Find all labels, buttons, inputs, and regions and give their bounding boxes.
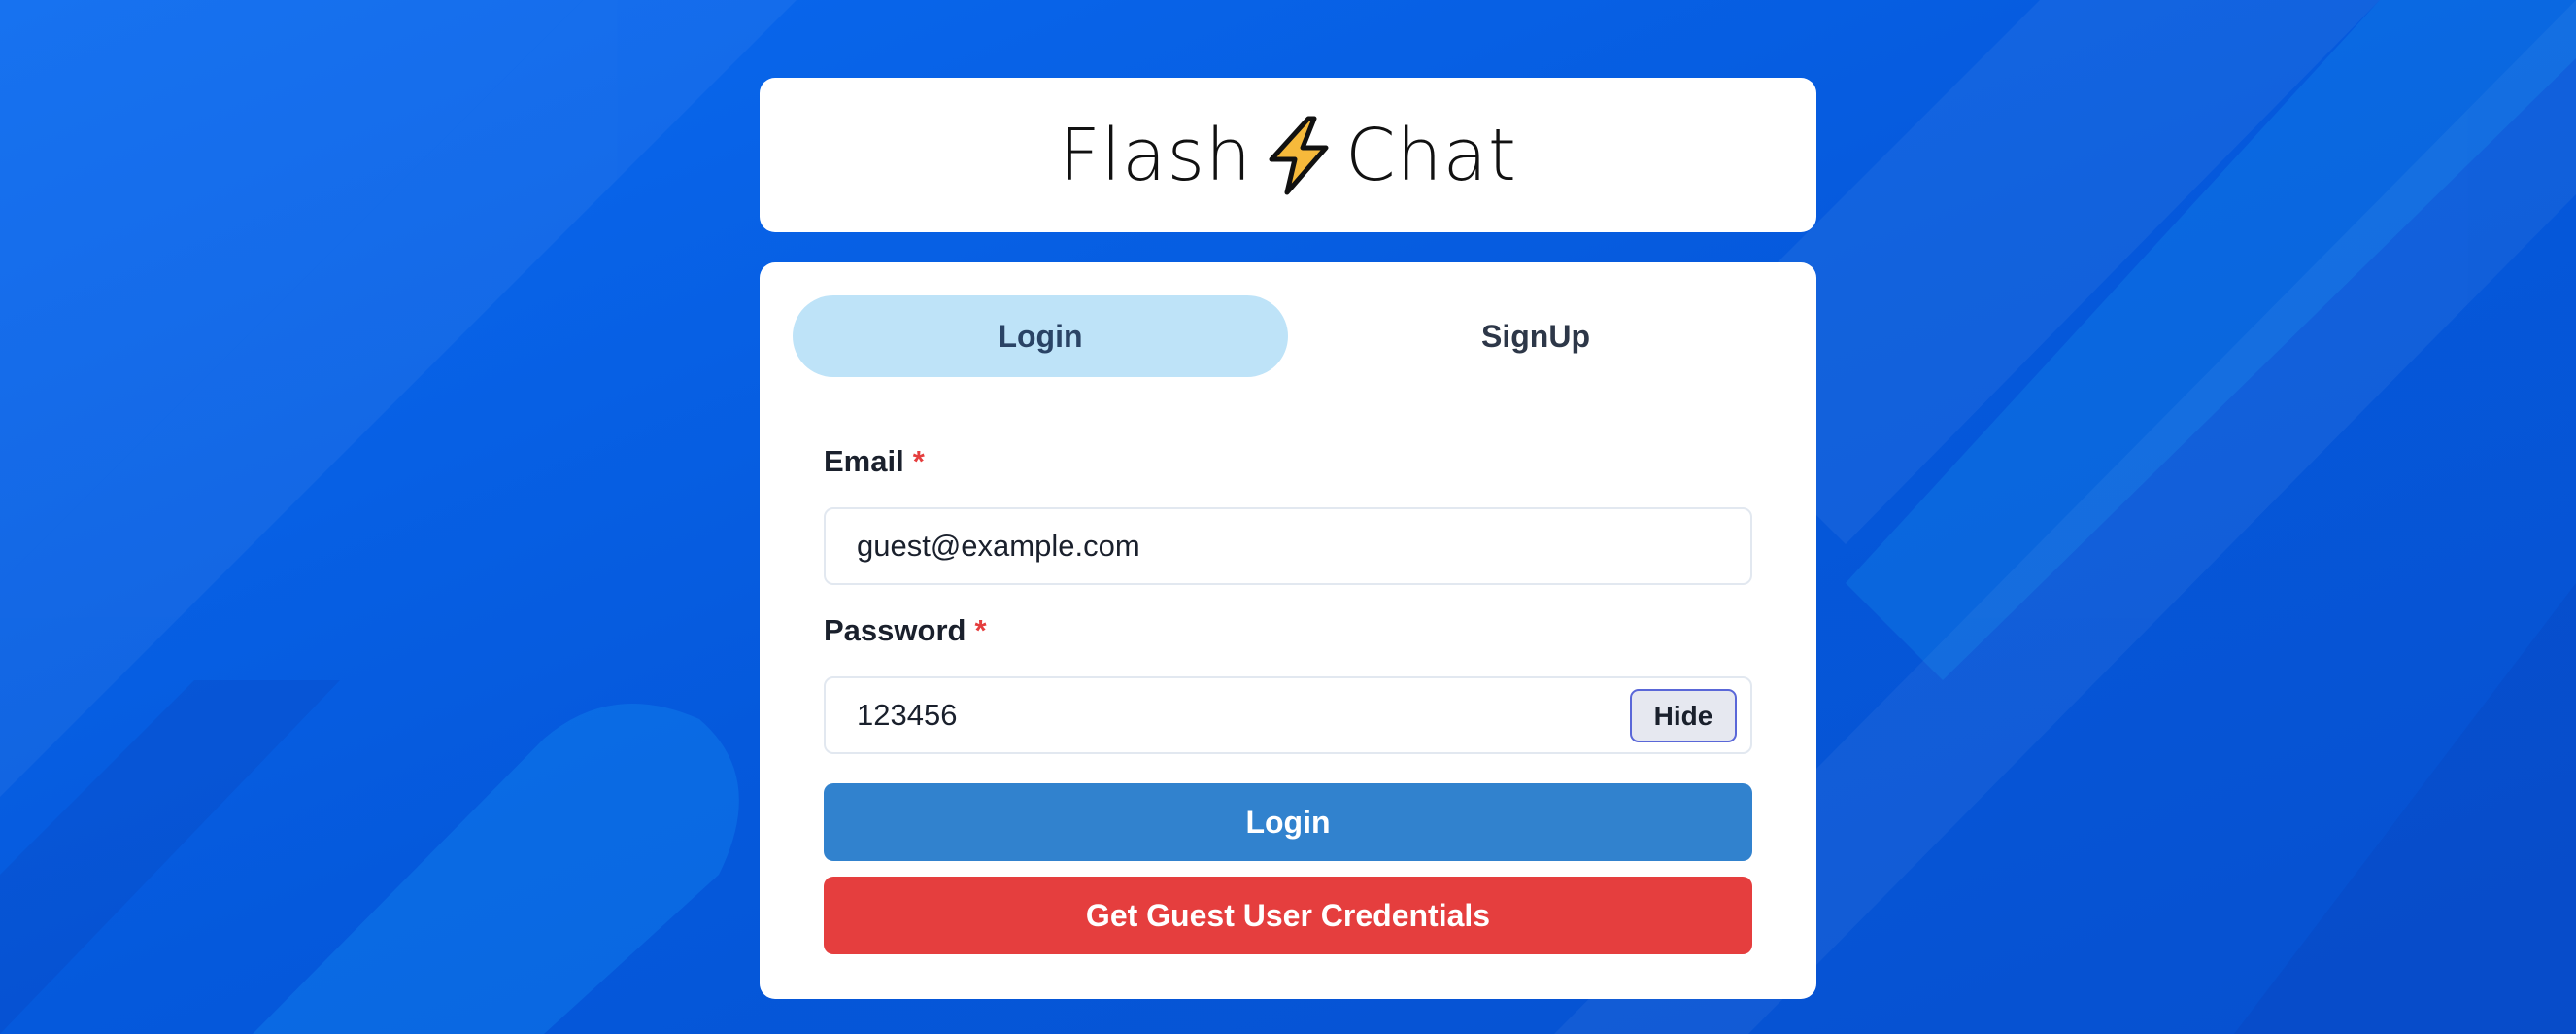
- password-label-text: Password: [824, 613, 966, 647]
- brand-header: Flash Chat: [760, 78, 1816, 232]
- brand-name-left: Flash: [1059, 113, 1252, 197]
- lightning-bolt-icon: [1258, 115, 1339, 196]
- email-field[interactable]: guest@example.com: [824, 507, 1752, 585]
- login-container: Flash Chat Login SignUp Email * guest@ex…: [760, 78, 1816, 999]
- tab-signup[interactable]: SignUp: [1288, 295, 1783, 377]
- email-label: Email *: [824, 441, 1752, 482]
- password-label: Password *: [824, 610, 1752, 651]
- auth-card: Login SignUp Email * guest@example.com P…: [760, 262, 1816, 999]
- brand-name-right: Chat: [1345, 113, 1517, 197]
- password-value: 123456: [857, 698, 958, 732]
- login-button[interactable]: Login: [824, 783, 1752, 861]
- hide-password-button[interactable]: Hide: [1630, 689, 1737, 742]
- email-label-text: Email: [824, 444, 904, 478]
- login-form: Email * guest@example.com Password * 123…: [793, 441, 1783, 954]
- password-field[interactable]: 123456 Hide: [824, 676, 1752, 754]
- required-indicator: *: [974, 613, 987, 647]
- required-indicator: *: [912, 444, 925, 478]
- guest-credentials-button[interactable]: Get Guest User Credentials: [824, 877, 1752, 954]
- email-value: guest@example.com: [857, 529, 1140, 563]
- auth-tabs: Login SignUp: [793, 295, 1783, 377]
- brand-logo: Flash Chat: [1059, 114, 1517, 197]
- tab-login[interactable]: Login: [793, 295, 1288, 377]
